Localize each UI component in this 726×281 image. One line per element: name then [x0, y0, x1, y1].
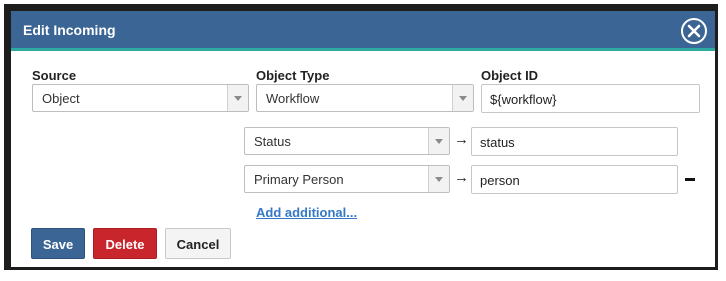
- dialog-header: Edit Incoming: [11, 11, 715, 51]
- chevron-down-icon[interactable]: [227, 85, 248, 111]
- mapping-target-input-status[interactable]: status: [471, 127, 678, 156]
- add-additional-link[interactable]: Add additional...: [256, 205, 357, 220]
- source-label: Source: [32, 68, 77, 83]
- mapping-field-value: Status: [254, 134, 291, 149]
- object-type-label: Object Type: [256, 68, 330, 83]
- dialog-title: Edit Incoming: [23, 22, 116, 38]
- edit-incoming-dialog: Edit Incoming Source Object Type Object …: [11, 11, 715, 267]
- source-select-value: Object: [42, 91, 80, 106]
- mapping-field-select-primary-person[interactable]: Primary Person: [244, 165, 450, 193]
- save-button[interactable]: Save: [31, 228, 85, 259]
- right-arrow-icon: →: [454, 131, 469, 148]
- remove-mapping-icon[interactable]: [685, 178, 695, 181]
- close-button[interactable]: [681, 18, 707, 44]
- object-id-input[interactable]: ${workflow}: [481, 84, 700, 113]
- delete-button-label: Delete: [105, 237, 145, 252]
- cancel-button[interactable]: Cancel: [165, 228, 231, 259]
- object-type-select[interactable]: Workflow: [256, 84, 474, 112]
- chevron-down-icon[interactable]: [428, 128, 449, 154]
- mapping-target-input-person[interactable]: person: [471, 165, 678, 194]
- chevron-down-icon[interactable]: [428, 166, 449, 192]
- delete-button[interactable]: Delete: [93, 228, 157, 259]
- close-icon: [687, 24, 701, 38]
- right-arrow-icon: →: [454, 169, 469, 186]
- object-type-select-value: Workflow: [266, 91, 320, 106]
- chevron-down-icon[interactable]: [452, 85, 473, 111]
- object-id-label: Object ID: [481, 68, 539, 83]
- mapping-field-value: Primary Person: [254, 172, 344, 187]
- source-select[interactable]: Object: [32, 84, 249, 112]
- save-button-label: Save: [42, 237, 74, 252]
- cancel-button-label: Cancel: [176, 237, 220, 252]
- mapping-field-select-status[interactable]: Status: [244, 127, 450, 155]
